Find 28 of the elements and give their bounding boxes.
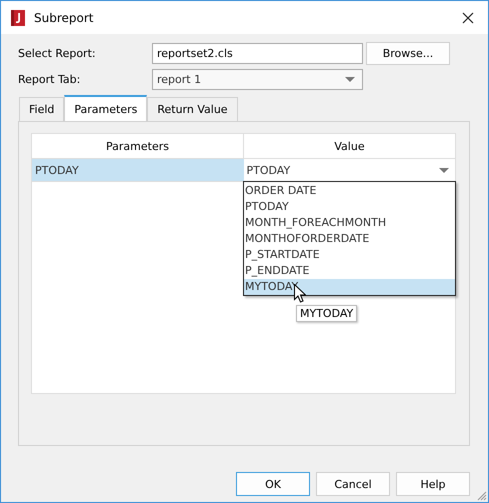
dropdown-option[interactable]: MONTH_FOREACHMONTH [244, 215, 455, 231]
text-field[interactable]: reportset2.cls [152, 43, 363, 64]
field-label: Report Tab: [18, 73, 82, 86]
dialog-button[interactable]: Help [396, 472, 470, 496]
dropdown-arrow-icon [439, 168, 449, 172]
dropdown-option[interactable]: ORDER DATE [244, 183, 455, 199]
value-dropdown[interactable]: PTODAY [244, 159, 455, 181]
resize-grip-icon[interactable] [477, 491, 487, 501]
tab[interactable]: Field [19, 97, 64, 121]
dropdown-option[interactable]: MONTHOFORDERDATE [244, 231, 455, 247]
browse-button[interactable]: Browse... [366, 42, 450, 65]
dropdown-field[interactable]: report 1 [152, 69, 363, 90]
table-cell[interactable]: PTODAY [32, 159, 244, 181]
tab[interactable]: Parameters [64, 95, 148, 121]
close-icon[interactable] [462, 12, 474, 24]
tab[interactable]: Return Value [147, 97, 238, 121]
window-title: Subreport [34, 10, 94, 24]
dropdown-arrow-icon [345, 77, 355, 82]
column-header: Parameters [105, 138, 170, 154]
tooltip: MYTODAY [296, 305, 358, 322]
app-icon [11, 10, 25, 26]
column-header: Value [243, 134, 455, 158]
dropdown-option[interactable]: P_ENDDATE [244, 263, 455, 279]
dropdown-option[interactable]: P_STARTDATE [244, 247, 455, 263]
field-label: Select Report: [18, 47, 97, 60]
dialog-button[interactable]: Cancel [316, 472, 390, 496]
dropdown-option[interactable]: PTODAY [244, 199, 455, 215]
dialog-button[interactable]: OK [236, 472, 310, 496]
